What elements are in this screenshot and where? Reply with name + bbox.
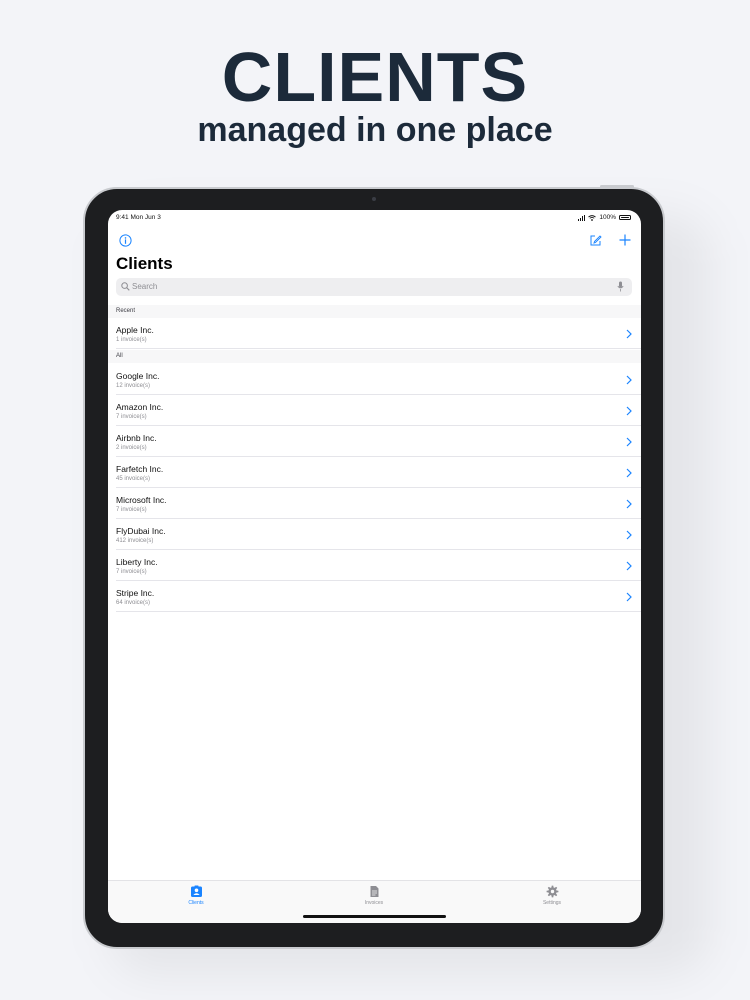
page-title: Clients [116,254,173,273]
invoice-count: 45 invoice(s) [116,476,151,482]
client-row-microsoft[interactable]: Microsoft Inc. 7 invoice(s) [108,488,641,519]
client-name: Airbnb Inc. [116,433,157,443]
client-name: Amazon Inc. [116,402,164,412]
status-indicators: 100% [577,214,631,221]
row-divider [116,348,641,349]
person-card-icon [190,885,202,897]
client-row-airbnb[interactable]: Airbnb Inc. 2 invoice(s) [108,426,641,457]
client-name: Stripe Inc. [116,588,155,598]
client-name: Apple Inc. [116,325,154,335]
client-name: Liberty Inc. [116,557,158,567]
invoice-count: 412 invoice(s) [116,538,154,544]
section-header-all: All [108,350,641,363]
client-name: Google Inc. [116,371,160,381]
chevron-right-icon [626,530,632,540]
invoice-count: 1 invoice(s) [116,337,147,343]
chevron-right-icon [626,499,632,509]
nav-bar [108,232,641,250]
tab-settings[interactable]: Settings [522,885,582,906]
invoice-count: 64 invoice(s) [116,600,151,606]
search-icon [121,282,130,291]
gear-icon [546,885,558,898]
tab-label: Clients [188,900,204,906]
battery-icon [619,215,631,220]
chevron-right-icon [626,406,632,416]
section-header-recent: Recent [108,305,641,318]
ipad-screen: 9:41 Mon Jun 3 100% Clients Search Recen… [108,210,641,923]
client-row-farfetch[interactable]: Farfetch Inc. 45 invoice(s) [108,457,641,488]
client-name: Microsoft Inc. [116,495,167,505]
invoice-count: 7 invoice(s) [116,507,147,513]
hero-subtitle: managed in one place [197,111,553,149]
client-row-google[interactable]: Google Inc. 12 invoice(s) [108,364,641,395]
signal-icon [577,214,586,221]
row-divider [116,611,641,612]
tab-invoices[interactable]: Invoices [344,885,404,906]
chevron-right-icon [626,468,632,478]
invoice-count: 2 invoice(s) [116,445,147,451]
status-time: 9:41 Mon Jun 3 [116,214,161,221]
invoice-count: 7 invoice(s) [116,414,147,420]
client-row-apple[interactable]: Apple Inc. 1 invoice(s) [108,318,641,349]
client-row-amazon[interactable]: Amazon Inc. 7 invoice(s) [108,395,641,426]
chevron-right-icon [626,561,632,571]
client-name: FlyDubai Inc. [116,526,166,536]
tab-label: Settings [542,900,562,906]
tab-label: Invoices [364,900,384,906]
battery-percent: 100% [599,214,616,221]
status-bar: 9:41 Mon Jun 3 100% [108,210,641,226]
home-indicator [303,915,446,918]
plus-icon[interactable] [618,233,632,247]
document-icon [370,886,378,897]
camera-dot [372,197,376,201]
chevron-right-icon [626,375,632,385]
invoice-count: 7 invoice(s) [116,569,147,575]
tab-clients[interactable]: Clients [166,885,226,906]
wifi-icon [588,214,597,221]
hero-title: CLIENTS [221,38,529,116]
search-field[interactable]: Search [116,278,632,296]
info-icon[interactable] [119,234,132,247]
invoice-count: 12 invoice(s) [116,383,151,389]
chevron-right-icon [626,329,632,339]
compose-icon[interactable] [589,234,602,247]
chevron-right-icon [626,592,632,602]
search-placeholder: Search [132,282,158,291]
chevron-right-icon [626,437,632,447]
client-row-liberty[interactable]: Liberty Inc. 7 invoice(s) [108,550,641,581]
client-name: Farfetch Inc. [116,464,164,474]
client-row-flydubai[interactable]: FlyDubai Inc. 412 invoice(s) [108,519,641,550]
microphone-icon[interactable] [617,281,624,292]
client-row-stripe[interactable]: Stripe Inc. 64 invoice(s) [108,581,641,612]
